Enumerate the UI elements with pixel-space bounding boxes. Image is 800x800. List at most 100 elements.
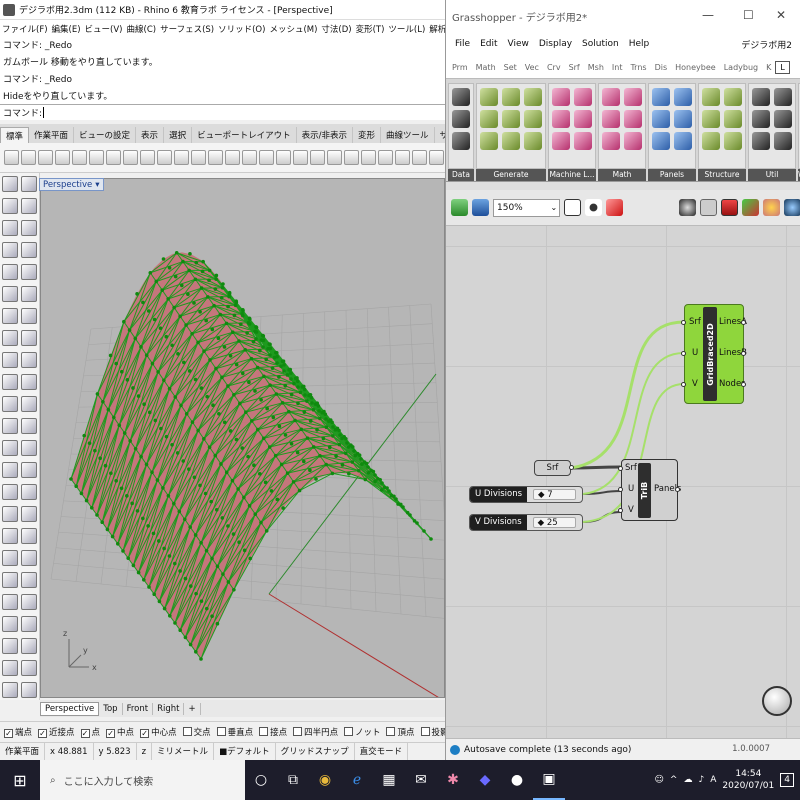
mail-icon[interactable]: ✉ [405, 760, 437, 800]
toolbar-tool-icon[interactable] [412, 150, 427, 165]
viewport-tab[interactable]: Right [153, 702, 185, 715]
rhino-menu-item[interactable]: 変形(T) [354, 23, 387, 35]
input-grip[interactable] [618, 466, 623, 471]
side-tool-icon[interactable] [2, 440, 18, 456]
document-preview-icon[interactable] [784, 199, 800, 216]
gh-component-icon[interactable] [452, 132, 470, 150]
output-grip[interactable] [741, 382, 746, 387]
gh-component-icon[interactable] [624, 88, 642, 106]
osnap-4[interactable]: ✓ 中心点 [140, 726, 177, 738]
status-field[interactable]: グリッドスナップ [276, 743, 355, 760]
rhino-taskbar-icon[interactable]: ● [501, 760, 533, 800]
toolbar-tool-icon[interactable] [72, 150, 87, 165]
side-tool-icon[interactable] [21, 418, 37, 434]
osnap-checkbox[interactable] [293, 726, 303, 736]
gh-component-icon[interactable] [524, 88, 542, 106]
gh-group-label[interactable]: Structure [698, 169, 746, 181]
preview-off-icon[interactable] [679, 199, 696, 216]
input-grip[interactable] [618, 508, 623, 513]
toolbar-tool-icon[interactable] [174, 150, 189, 165]
gh-component-icon[interactable] [452, 110, 470, 128]
gh-component-icon[interactable] [724, 132, 742, 150]
gh-tab[interactable]: Honeybee [671, 63, 720, 72]
toolbar-tool-icon[interactable] [327, 150, 342, 165]
side-tool-icon[interactable] [21, 660, 37, 676]
gh-component-icon[interactable] [574, 88, 592, 106]
gh-menu-item[interactable]: Display [534, 39, 577, 49]
clock[interactable]: 14:54 2020/07/01 [722, 768, 774, 792]
osnap-1[interactable]: ✓ 近接点 [38, 726, 75, 738]
zoom-dropdown[interactable]: 150% ⌄ [493, 198, 561, 217]
preview-shaded-icon[interactable] [721, 199, 738, 216]
tray-volume-icon[interactable]: ♪ [698, 775, 704, 785]
osnap-3[interactable]: ✓ 中点 [106, 726, 134, 738]
tray-cloud-icon[interactable]: ☁ [683, 775, 692, 785]
osnap-2[interactable]: ✓ 点 [80, 726, 100, 738]
side-tool-icon[interactable] [21, 308, 37, 324]
gh-component-icon[interactable] [702, 88, 720, 106]
side-tool-icon[interactable] [2, 682, 18, 698]
gh-group-label[interactable]: Machine L... [548, 169, 596, 181]
gh-component-icon[interactable] [752, 132, 770, 150]
viewport-menu-arrow-icon[interactable]: ▾ [95, 180, 99, 190]
gh-group-label[interactable]: Data [448, 169, 474, 181]
gh-group-label[interactable]: Generate [476, 169, 546, 181]
gh-component-icon[interactable] [574, 110, 592, 128]
side-tool-icon[interactable] [21, 330, 37, 346]
output-grip[interactable] [675, 487, 680, 492]
tray-person-icon[interactable]: ☺ [655, 775, 664, 785]
app-icon[interactable]: ◆ [469, 760, 501, 800]
gh-component-icon[interactable] [652, 132, 670, 150]
gh-tab[interactable]: L [775, 60, 790, 74]
viewport-title-tab[interactable]: Perspective ▾ [39, 178, 104, 191]
osnap-11[interactable]: 投影 [420, 726, 445, 738]
viewport-tab[interactable]: Perspective [40, 701, 100, 716]
notification-icon[interactable]: 4 [780, 773, 794, 787]
side-tool-icon[interactable] [21, 242, 37, 258]
output-grip[interactable] [569, 465, 574, 470]
toolbar-tool-icon[interactable] [21, 150, 36, 165]
rhino-menu-item[interactable]: 解析(A) [427, 23, 445, 35]
rhino6-taskbar-icon[interactable]: ▣ [533, 760, 565, 800]
side-tool-icon[interactable] [21, 440, 37, 456]
gh-tab[interactable]: Trns [626, 63, 650, 72]
gh-tab[interactable]: Dis [651, 63, 672, 72]
osnap-0[interactable]: ✓ 端点 [4, 726, 32, 738]
gh-component-icon[interactable] [574, 132, 592, 150]
osnap-checkbox[interactable]: ✓ [106, 728, 116, 738]
side-tool-icon[interactable] [21, 374, 37, 390]
gh-menu-item[interactable]: Edit [475, 39, 502, 49]
gh-component-icon[interactable] [652, 88, 670, 106]
viewport-tab[interactable]: Front [123, 702, 154, 715]
osnap-checkbox[interactable] [259, 726, 269, 736]
gh-component-icon[interactable] [774, 88, 792, 106]
save-file-icon[interactable] [472, 199, 489, 216]
side-tool-icon[interactable] [21, 484, 37, 500]
gh-tab[interactable]: Vec [521, 63, 543, 72]
open-file-icon[interactable] [451, 199, 468, 216]
trib-input-u[interactable]: U [628, 484, 634, 494]
viewport-tab[interactable]: + [184, 702, 201, 715]
side-tool-icon[interactable] [21, 264, 37, 280]
gh-tab[interactable]: Math [472, 63, 500, 72]
gh-component-icon[interactable] [552, 132, 570, 150]
osnap-checkbox[interactable] [344, 726, 354, 736]
rhino-menu-item[interactable]: 曲線(C) [125, 23, 159, 35]
gh-component-icon[interactable] [502, 88, 520, 106]
gh-component-icon[interactable] [524, 132, 542, 150]
gh-component-icon[interactable] [552, 110, 570, 128]
osnap-checkbox[interactable]: ✓ [80, 728, 90, 738]
gh-component-icon[interactable] [752, 110, 770, 128]
rhino-menu-item[interactable]: サーフェス(S) [158, 23, 216, 35]
side-tool-icon[interactable] [2, 176, 18, 192]
command-input[interactable] [43, 107, 45, 118]
side-tool-icon[interactable] [21, 506, 37, 522]
side-tool-icon[interactable] [21, 550, 37, 566]
osnap-7[interactable]: 接点 [259, 726, 287, 738]
toolbar-tool-icon[interactable] [344, 150, 359, 165]
preview-mesh-icon[interactable] [763, 199, 780, 216]
toolbar-tool-icon[interactable] [395, 150, 410, 165]
gh-component-icon[interactable] [674, 132, 692, 150]
rhino-command-prompt[interactable]: コマンド: [0, 104, 445, 120]
toolbar-tool-icon[interactable] [293, 150, 308, 165]
